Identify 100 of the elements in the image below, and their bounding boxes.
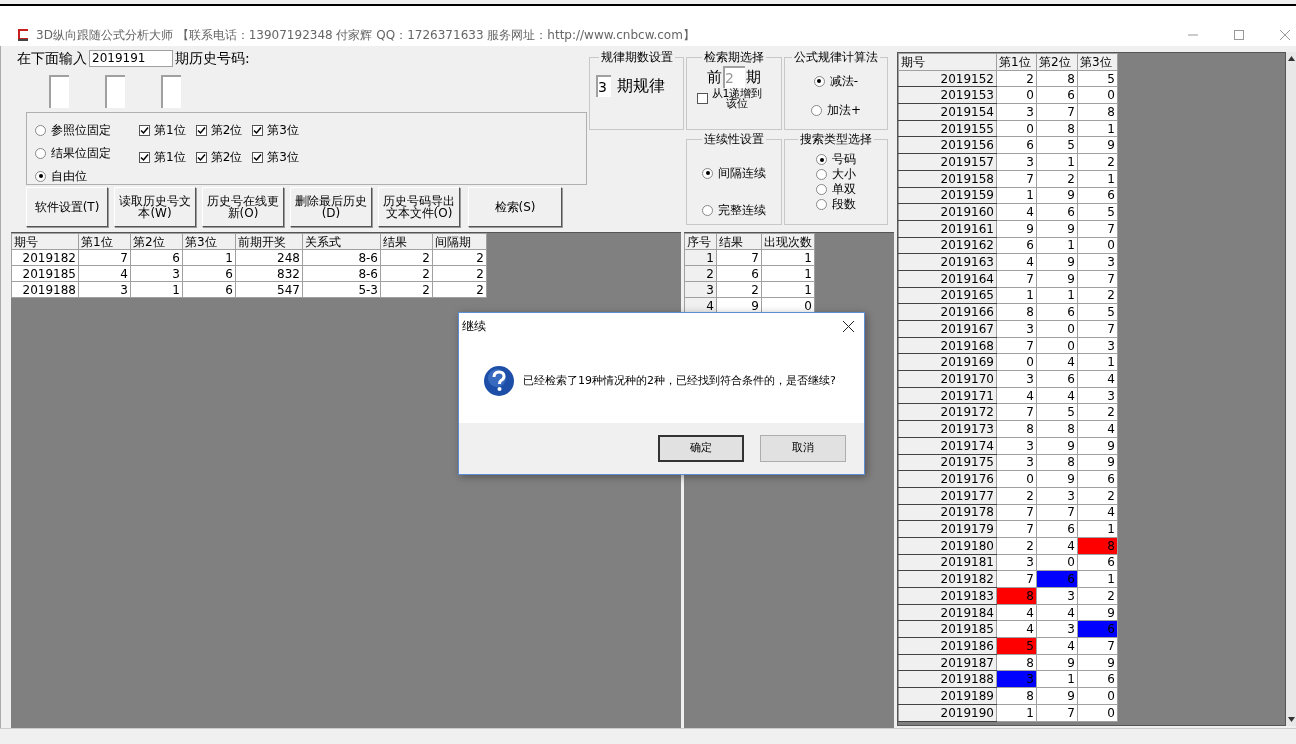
checkbox[interactable] bbox=[195, 151, 207, 163]
column-header[interactable]: 序号 bbox=[684, 233, 717, 250]
toolbar-button[interactable]: 读取历史号文本(W) bbox=[114, 187, 196, 227]
checkbox[interactable] bbox=[697, 93, 708, 104]
table-cell: 4 bbox=[78, 265, 131, 282]
table-cell: 2 bbox=[432, 281, 487, 298]
window-title: 3D纵向跟随公式分析大师 【联系电话：13907192348 付家辉 QQ：1726371633 服务网址：http://www.cnbcw.com】 bbox=[36, 27, 695, 44]
checkbox[interactable] bbox=[252, 124, 264, 136]
group-title: 检索期选择 bbox=[703, 49, 765, 66]
radio-button[interactable] bbox=[813, 75, 825, 87]
radio-button[interactable] bbox=[816, 169, 827, 180]
column-header[interactable]: 第1位 bbox=[78, 233, 131, 250]
table-cell: 7 bbox=[716, 249, 762, 266]
toolbar-button[interactable]: 历史号码导出文本文件(O) bbox=[378, 187, 460, 227]
column-header[interactable]: 出现次数 bbox=[761, 233, 815, 250]
table-cell: 7 bbox=[1077, 220, 1118, 238]
table-cell: 3 bbox=[1036, 587, 1078, 605]
table-cell: 2 bbox=[432, 265, 487, 282]
radio-button[interactable] bbox=[35, 147, 46, 159]
table-cell: 7 bbox=[996, 520, 1037, 538]
radio-button[interactable] bbox=[702, 167, 713, 179]
search-period-field[interactable]: 2 bbox=[723, 66, 745, 89]
column-header[interactable]: 关系式 bbox=[302, 233, 381, 250]
table-cell: 2 bbox=[380, 249, 433, 266]
table-cell: 4 bbox=[1077, 420, 1118, 438]
radio-label: 加法+ bbox=[826, 102, 862, 119]
group-title: 公式规律计算法 bbox=[793, 49, 879, 66]
toolbar-button[interactable]: 删除最后历史(D) bbox=[290, 187, 372, 227]
checkbox[interactable] bbox=[195, 124, 207, 136]
toolbar-button[interactable]: 软件设置(T) bbox=[26, 187, 108, 227]
digit-field[interactable] bbox=[161, 75, 181, 108]
table-cell: 5 bbox=[1036, 403, 1078, 421]
table-cell: 8-6 bbox=[302, 249, 381, 266]
table-cell: 9 bbox=[1036, 687, 1078, 705]
close-icon[interactable] bbox=[843, 320, 854, 332]
table-cell: 3 bbox=[996, 437, 1037, 454]
table-cell: 6 bbox=[130, 249, 183, 266]
radio-button[interactable] bbox=[816, 154, 827, 165]
column-header[interactable]: 间隔期 bbox=[432, 233, 487, 250]
table-cell: 2 bbox=[996, 70, 1037, 87]
table-cell: 8 bbox=[996, 687, 1037, 705]
table-cell: 3 bbox=[996, 153, 1037, 171]
table-cell: 9 bbox=[1077, 654, 1118, 671]
column-header[interactable]: 结果 bbox=[380, 233, 433, 250]
rule-period-label: 期规律 bbox=[617, 75, 665, 97]
scroll-up-icon[interactable] bbox=[1287, 56, 1295, 61]
table-cell: 248 bbox=[235, 249, 303, 266]
column-header[interactable]: 期号 bbox=[898, 53, 997, 71]
column-header[interactable]: 期号 bbox=[11, 233, 79, 250]
column-header[interactable]: 前期开奖 bbox=[235, 233, 303, 250]
table-cell: 6 bbox=[1036, 520, 1078, 538]
table-cell: 2 bbox=[1077, 153, 1118, 171]
radio-button[interactable] bbox=[816, 199, 827, 210]
toolbar-button[interactable]: 历史号在线更新(O) bbox=[202, 187, 284, 227]
table-cell: 8 bbox=[1077, 103, 1118, 121]
rule-period-field[interactable]: 3 bbox=[596, 75, 611, 97]
table-cell: 8 bbox=[1036, 70, 1078, 87]
table-cell: 9 bbox=[1077, 454, 1118, 471]
table-cell: 1 bbox=[996, 704, 1037, 721]
radio-label: 减法- bbox=[829, 73, 859, 90]
period-field[interactable]: 2019191 bbox=[89, 49, 173, 67]
table-cell: 8 bbox=[1036, 454, 1078, 471]
column-header[interactable]: 结果 bbox=[716, 233, 762, 250]
radio-button[interactable] bbox=[810, 104, 822, 116]
dialog-button[interactable]: 取消 bbox=[760, 435, 846, 462]
radio-button[interactable] bbox=[35, 170, 46, 182]
column-header[interactable]: 第2位 bbox=[130, 233, 183, 250]
table-cell: 5-3 bbox=[302, 281, 381, 298]
table-cell: 0 bbox=[996, 353, 1037, 371]
table-cell: 8 bbox=[996, 654, 1037, 671]
table-cell: 3 bbox=[996, 320, 1037, 338]
radio-label: 完整连续 bbox=[718, 202, 766, 219]
table-cell: 6 bbox=[1077, 470, 1118, 488]
dialog-button[interactable]: 确定 bbox=[658, 435, 744, 462]
table-cell: 0 bbox=[996, 120, 1037, 137]
radio-button[interactable] bbox=[816, 184, 827, 195]
maximize-icon[interactable] bbox=[1234, 30, 1244, 40]
table-cell: 6 bbox=[1036, 370, 1078, 388]
table-cell: 4 bbox=[1036, 353, 1078, 371]
radio-button[interactable] bbox=[702, 204, 713, 216]
table-cell: 3 bbox=[1036, 620, 1078, 638]
digit-field[interactable] bbox=[49, 75, 69, 108]
radio-button[interactable] bbox=[35, 124, 46, 136]
column-header[interactable]: 第3位 bbox=[182, 233, 236, 250]
scrollbar[interactable] bbox=[1286, 52, 1296, 726]
column-header[interactable]: 第2位 bbox=[1036, 53, 1078, 71]
checkbox[interactable] bbox=[139, 151, 150, 163]
scroll-down-icon[interactable] bbox=[1287, 717, 1295, 722]
column-header[interactable]: 第3位 bbox=[1077, 53, 1118, 71]
table-cell: 4 bbox=[1036, 604, 1078, 621]
checkbox[interactable] bbox=[139, 124, 150, 136]
table-cell: 1 bbox=[1036, 153, 1078, 171]
table-cell: 4 bbox=[1077, 504, 1118, 521]
dialog-title: 继续 bbox=[462, 318, 487, 335]
column-header[interactable]: 第1位 bbox=[996, 53, 1037, 71]
toolbar-button[interactable]: 检索(S) bbox=[468, 187, 562, 227]
digit-field[interactable] bbox=[105, 75, 125, 108]
table-cell: 6 bbox=[1077, 187, 1118, 204]
table-cell: 1 bbox=[1077, 570, 1118, 588]
checkbox[interactable] bbox=[252, 151, 264, 163]
